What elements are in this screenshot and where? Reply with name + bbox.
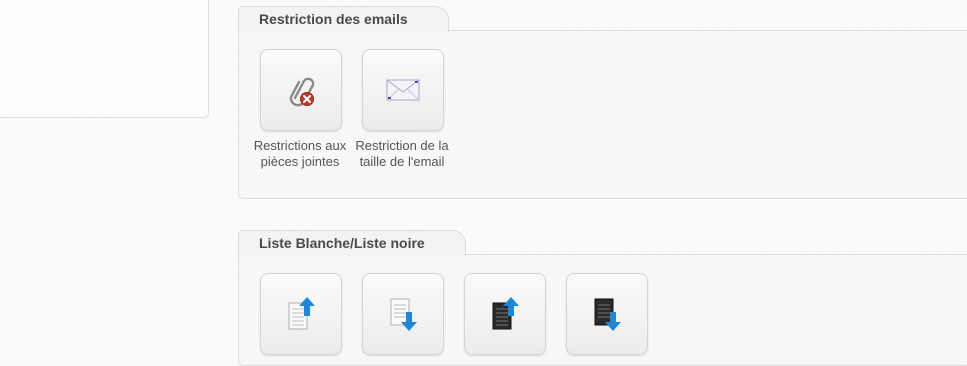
attachment-restriction-label: Restrictions aux pièces jointes [253, 138, 347, 169]
whitelist-blacklist-title: Liste Blanche/Liste noire [238, 230, 466, 256]
left-panel [0, 0, 209, 118]
whitelist-blacklist-group: Liste Blanche/Liste noire [238, 230, 967, 366]
blacklist-import-button[interactable] [464, 273, 546, 355]
email-restriction-group: Restriction des emails Restrictions aux … [238, 6, 967, 199]
email-size-restriction-label: Restriction de la taille de l'email [355, 138, 449, 169]
envelope-icon [386, 79, 420, 101]
email-restriction-title: Restriction des emails [238, 6, 449, 32]
paperclip-remove-icon [289, 77, 315, 107]
whitelist-export-button[interactable] [362, 273, 444, 355]
email-size-restriction-button[interactable] [362, 49, 444, 131]
whitelist-export-icon [390, 298, 417, 331]
blacklist-export-button[interactable] [566, 273, 648, 355]
attachment-restriction-button[interactable] [260, 49, 342, 131]
whitelist-import-icon [288, 297, 315, 330]
whitelist-import-button[interactable] [260, 273, 342, 355]
blacklist-export-icon [594, 298, 621, 331]
blacklist-import-icon [492, 297, 519, 330]
